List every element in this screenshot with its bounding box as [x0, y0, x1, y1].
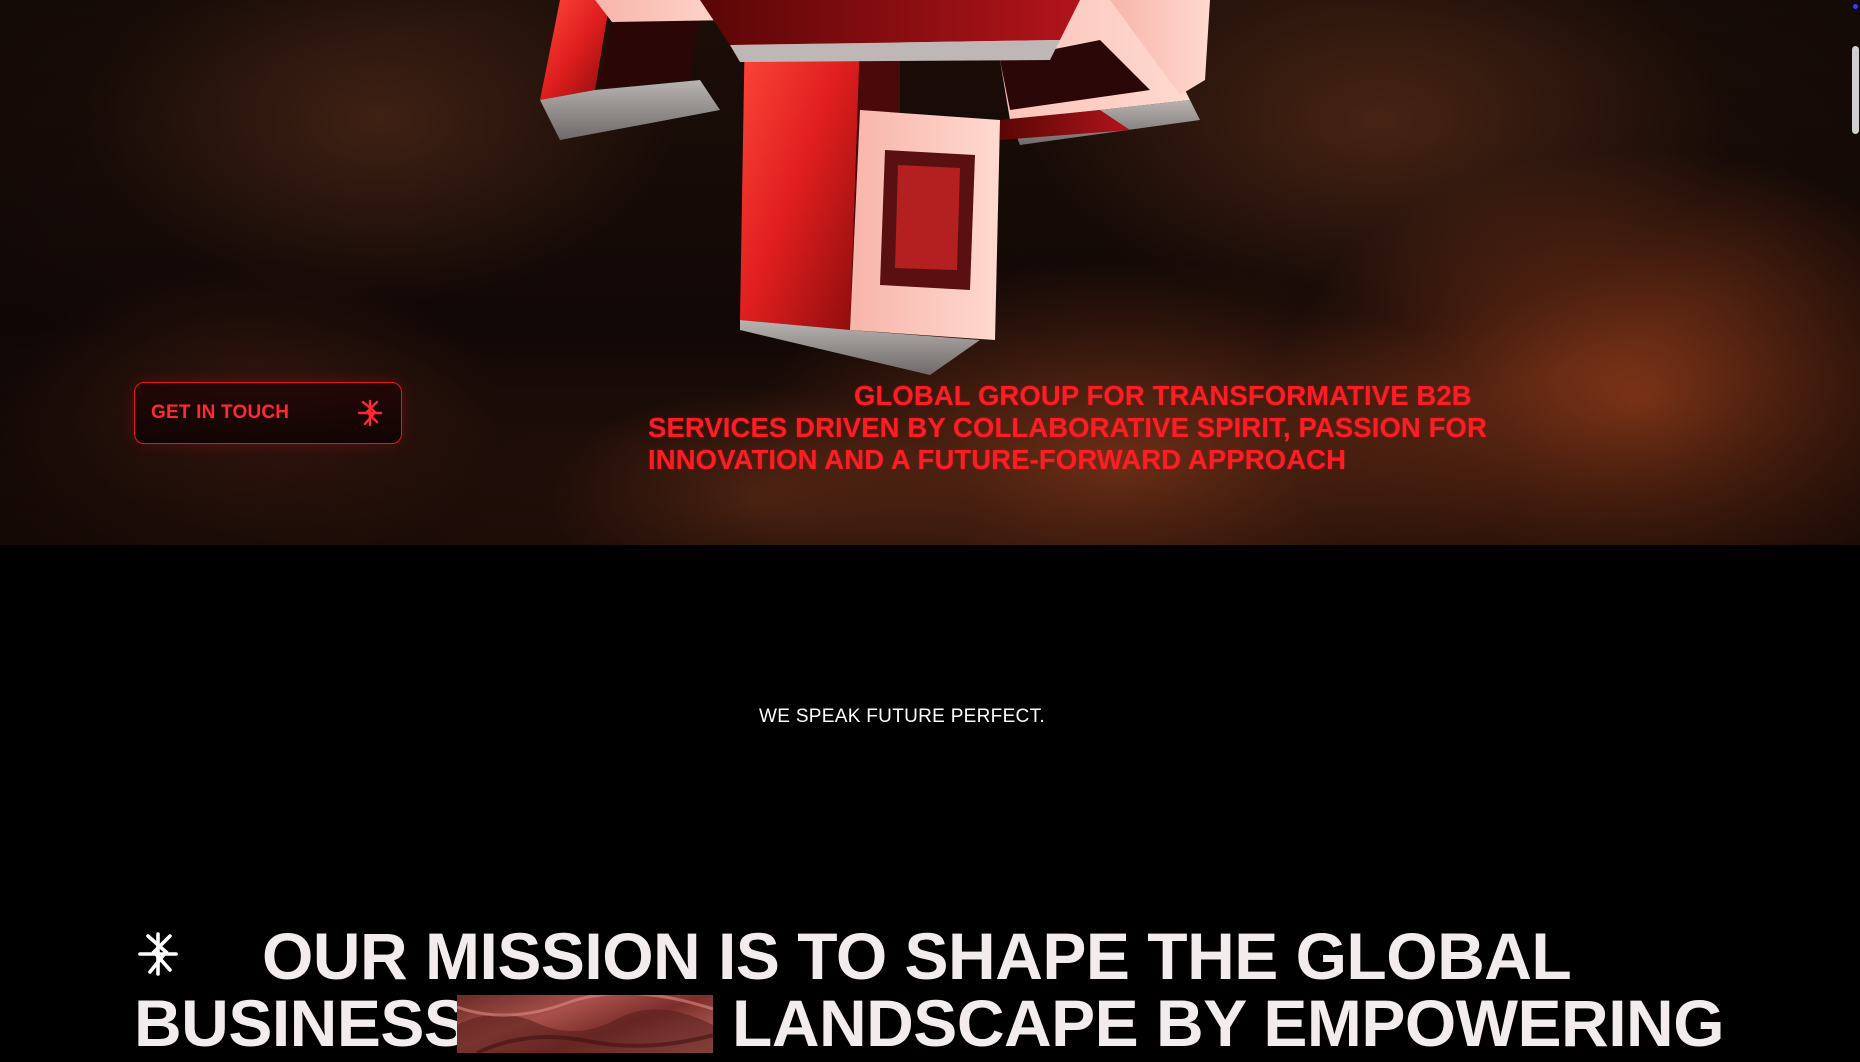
get-in-touch-label: GET IN TOUCH — [151, 402, 290, 423]
mission-heading-line-1: OUR MISSION IS TO SHAPE THE GLOBAL — [262, 919, 1572, 993]
hero-section: GET IN TOUCH GLOBAL GROUP FOR TRANSFORMA… — [0, 0, 1860, 545]
tagline-line-3: INNOVATION AND A FUTURE-FORWARD APPROACH — [648, 444, 1347, 475]
mission-heading-word-business: BUSINESS — [134, 986, 468, 1060]
brand-mark-icon — [138, 932, 178, 976]
page-scrollbar[interactable] — [1848, 0, 1860, 1062]
tagline-line-1: GLOBAL GROUP FOR TRANSFORMATIVE B2B — [854, 380, 1472, 411]
mission-heading-line-2: LANDSCAPE BY EMPOWERING — [732, 986, 1725, 1060]
mission-inline-image — [457, 995, 713, 1053]
hero-tagline: GLOBAL GROUP FOR TRANSFORMATIVE B2B SERV… — [648, 380, 1488, 476]
get-in-touch-button[interactable]: GET IN TOUCH — [134, 382, 402, 444]
scrollbar-thumb[interactable] — [1852, 46, 1859, 134]
tagline-line-2: SERVICES DRIVEN BY COLLABORATIVE SPIRIT,… — [648, 412, 1487, 443]
slogan-text: WE SPEAK FUTURE PERFECT. — [759, 706, 1045, 727]
fabric-texture-image — [457, 995, 713, 1053]
brand-mark-icon — [357, 399, 383, 427]
indicator-dot — [1853, 4, 1858, 9]
